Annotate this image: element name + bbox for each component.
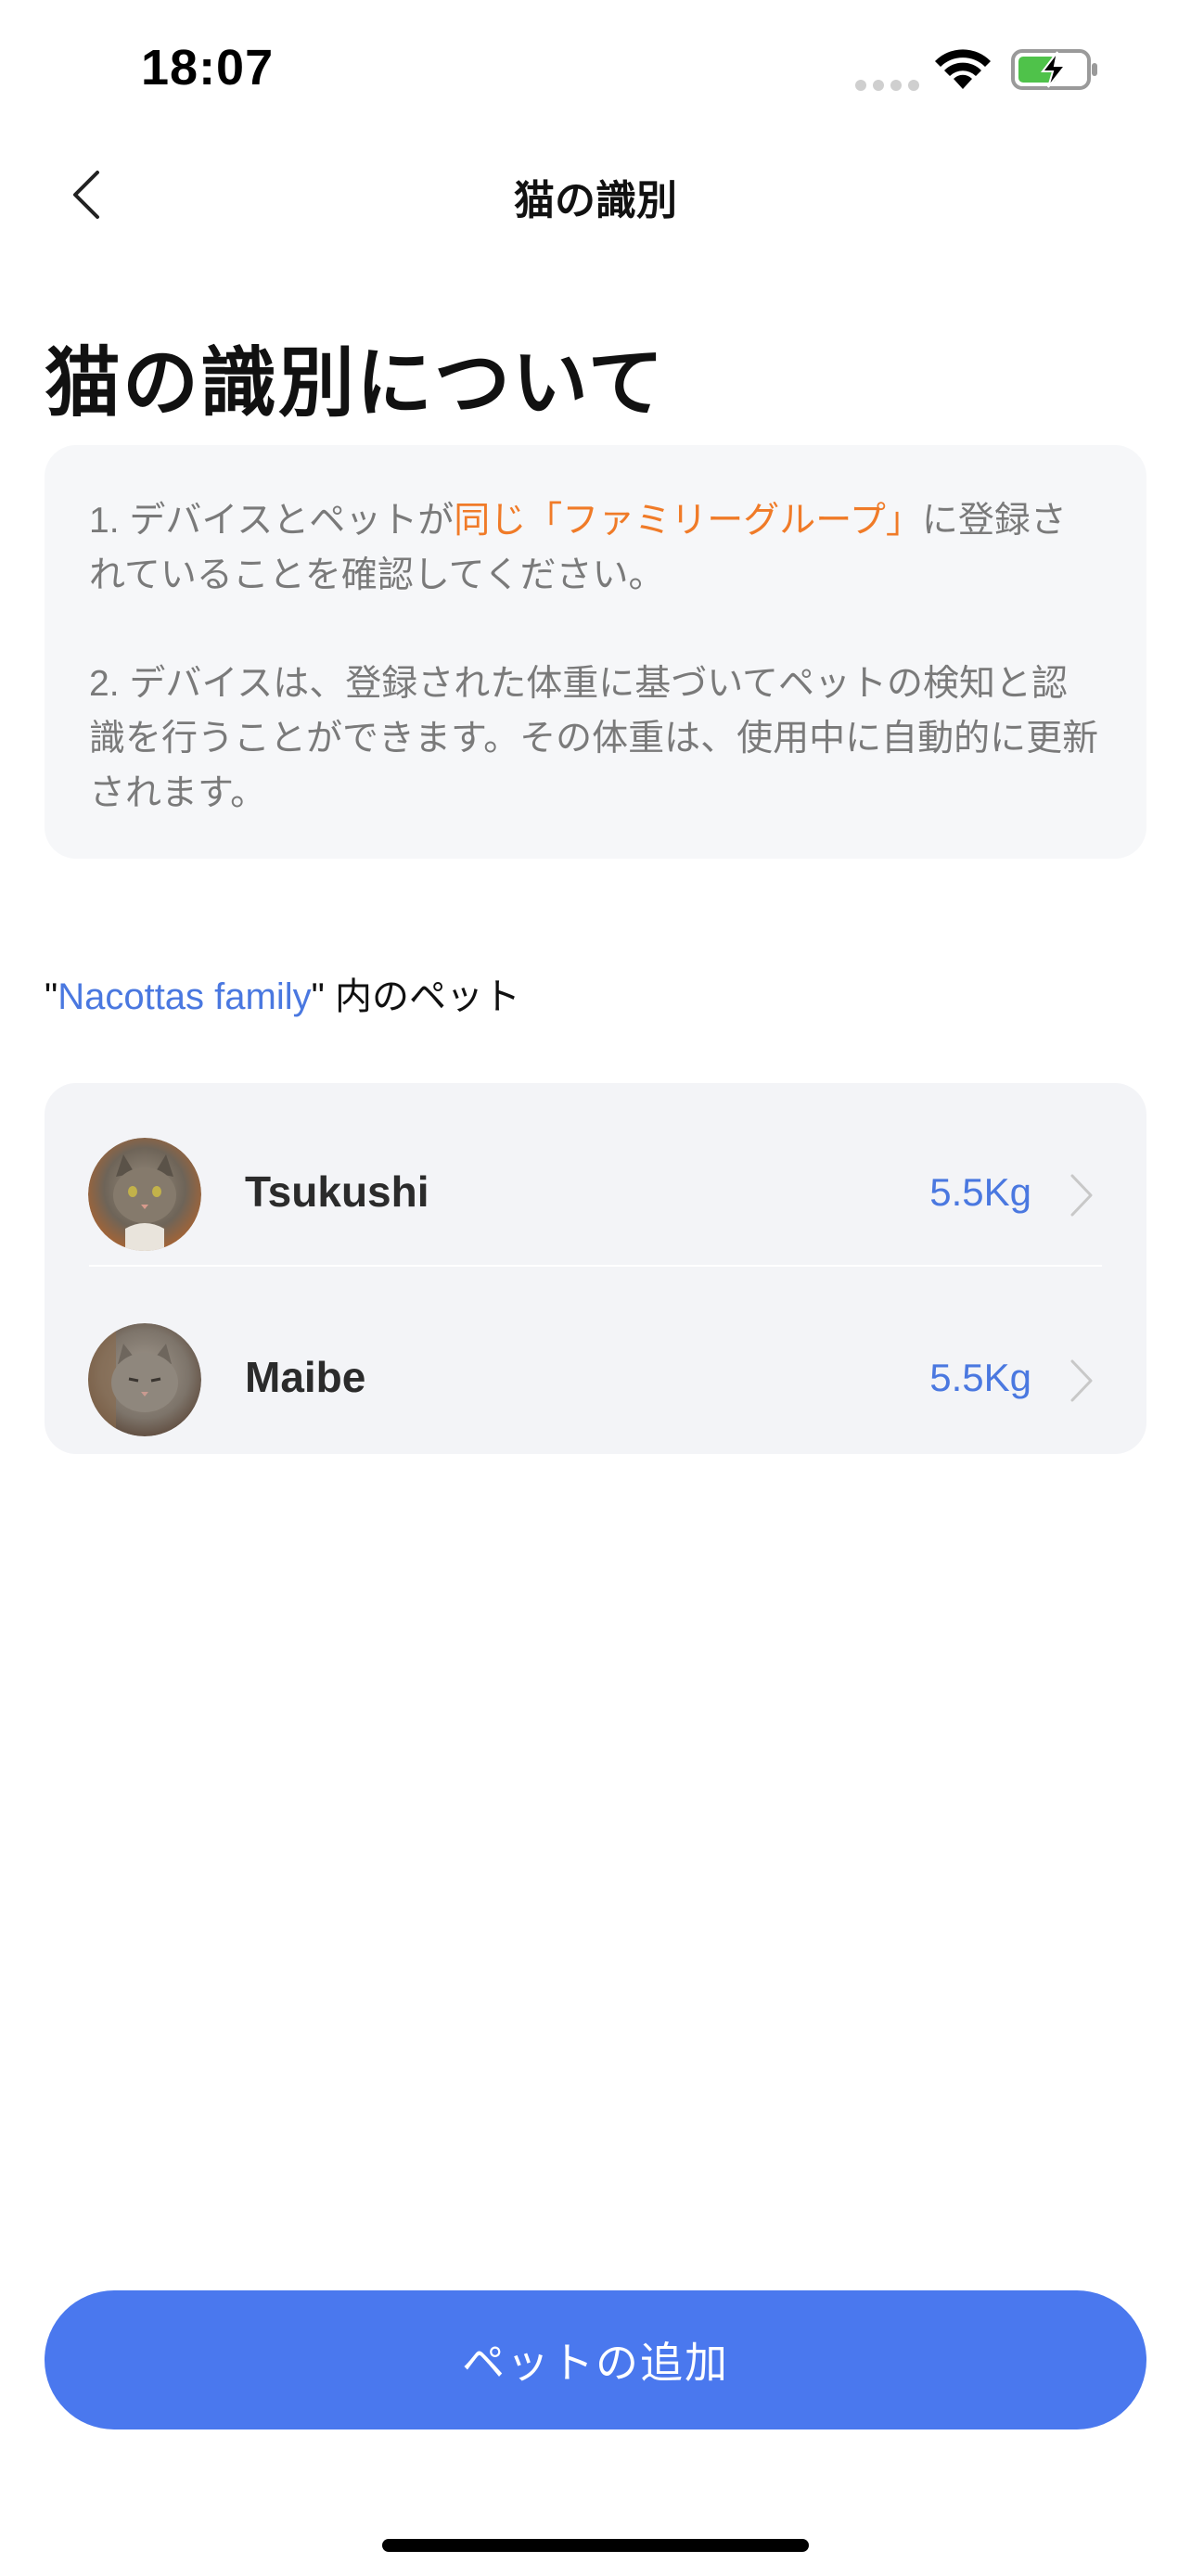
pet-row-maibe[interactable]: Maibe 5.5Kg (45, 1272, 1146, 1458)
pet-name: Tsukushi (245, 1167, 429, 1216)
family-name-link[interactable]: Nacottas family (58, 976, 311, 1017)
pet-weight: 5.5Kg (929, 1170, 1031, 1214)
family-group-highlight: 同じ「ファミリーグループ」 (454, 501, 922, 541)
info-card: 1. デバイスとペットが同じ「ファミリーグループ」に登録されていることを確認して… (45, 445, 1146, 859)
page-heading: 猫の識別について (45, 341, 666, 426)
nav-bar: 猫の識別 (0, 139, 1191, 250)
battery-charging-icon (1011, 49, 1097, 90)
chevron-right-icon (1070, 1359, 1093, 1402)
pet-weight: 5.5Kg (929, 1356, 1031, 1399)
pet-row-tsukushi[interactable]: Tsukushi 5.5Kg (45, 1087, 1146, 1272)
pet-list: Tsukushi 5.5Kg Maibe 5.5Kg (45, 1083, 1146, 1454)
info-paragraph-1: 1. デバイスとペットが同じ「ファミリーグループ」に登録されていることを確認して… (89, 493, 1102, 603)
status-time: 18:07 (141, 40, 275, 96)
row-divider (89, 1265, 1102, 1267)
info-para1-prefix: 1. デバイスとペットが (89, 501, 455, 541)
chevron-right-icon (1070, 1174, 1093, 1217)
cat-avatar-maibe (88, 1323, 201, 1436)
family-pets-label: "Nacottas family" 内のペット (45, 966, 520, 1020)
add-pet-button[interactable]: ペットの追加 (45, 2290, 1146, 2429)
quote-open: " (45, 976, 58, 1017)
home-indicator[interactable] (382, 2539, 809, 2552)
wifi-icon (935, 49, 991, 89)
pet-name: Maibe (245, 1353, 366, 1401)
quote-close: " (311, 976, 325, 1017)
cat-avatar-tsukushi (88, 1138, 201, 1251)
status-bar: 18:07 (0, 0, 1191, 139)
family-suffix: 内のペット (324, 976, 520, 1017)
info-paragraph-2: 2. デバイスは、登録された体重に基づいてペットの検知と認識を行うことができます… (89, 664, 1099, 813)
cellular-signal-icon (855, 80, 919, 91)
nav-title: 猫の識別 (514, 178, 677, 223)
